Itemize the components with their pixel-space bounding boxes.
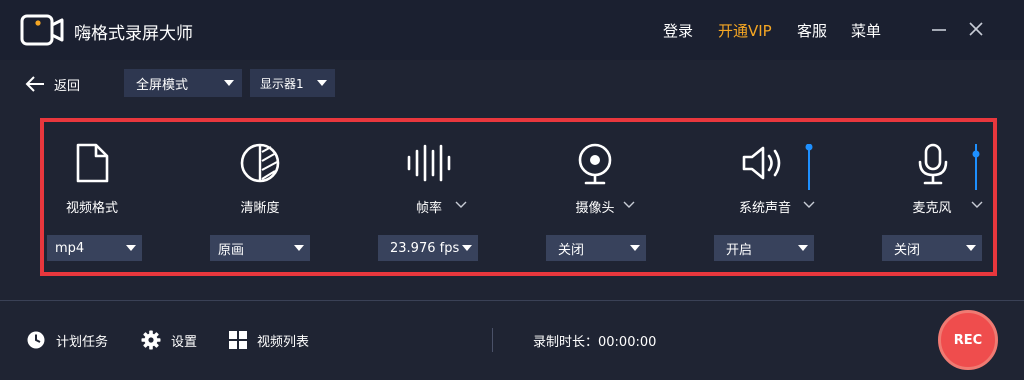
settings-button[interactable]: 设置 [141,328,197,352]
microphone-volume-slider[interactable] [972,144,980,190]
microphone-label: 麦克风 [912,201,952,216]
mode-select-value: 全屏模式 [136,77,189,93]
framerate-value: 23.976 fps [390,240,460,256]
webcam-icon [578,143,612,185]
clock-icon [27,331,45,349]
title-bar: 嗨格式录屏大师 登录 开通VIP 客服 菜单 [0,0,1024,60]
microphone-icon [918,143,948,185]
clarity-value: 原画 [218,242,245,258]
login-link[interactable]: 登录 [663,20,693,41]
video-format-value: mp4 [55,240,85,256]
recording-duration: 录制时长：00:00:00 [533,335,657,350]
webcam-label: 摄像头 [575,201,615,216]
webcam-value: 关闭 [558,242,585,258]
chevron-down-icon[interactable] [455,201,467,209]
framerate-icon [407,144,451,182]
speaker-icon [742,146,781,180]
schedule-task-button[interactable]: 计划任务 [26,328,108,352]
caret-down-icon [462,245,472,251]
video-camera-logo-icon [20,14,64,46]
chevron-down-icon[interactable] [623,201,635,209]
vertical-divider [492,328,493,352]
microphone-value: 关闭 [894,242,921,258]
vip-link[interactable]: 开通VIP [718,20,772,41]
microphone-select[interactable]: 关闭 [882,235,982,261]
system-sound-select[interactable]: 开启 [714,235,814,261]
clarity-select[interactable]: 原画 [210,235,310,261]
grid-icon [229,331,247,349]
framerate-label: 帧率 [415,201,442,216]
clarity-label: 清晰度 [240,201,280,216]
caret-down-icon [126,245,136,251]
system-sound-label: 系统声音 [738,201,791,216]
file-icon [76,143,109,183]
caret-down-icon [294,245,304,251]
caret-down-icon [798,245,808,251]
microphone-volume-track [972,144,980,190]
webcam-select[interactable]: 关闭 [546,235,646,261]
support-link[interactable]: 客服 [797,20,827,41]
horizontal-divider [0,300,1024,301]
back-button[interactable]: 返回 [24,70,80,98]
schedule-task-label: 计划任务 [56,334,109,350]
mode-select[interactable]: 全屏模式 [124,69,242,97]
close-icon[interactable] [963,16,989,42]
arrow-left-icon [25,76,44,92]
chevron-down-icon[interactable] [971,201,983,209]
video-format-select[interactable]: mp4 [47,235,142,261]
display-select[interactable]: 显示器1 [250,69,335,97]
video-list-label: 视频列表 [257,334,310,350]
record-button-label: REC [953,332,983,348]
display-select-value: 显示器1 [260,76,304,91]
caret-down-icon [224,80,234,86]
gear-icon [141,330,161,350]
chevron-down-icon[interactable] [803,201,815,209]
settings-label: 设置 [171,334,198,350]
video-list-button[interactable]: 视频列表 [229,328,309,352]
system-sound-value: 开启 [726,242,753,258]
caret-down-icon [630,245,640,251]
system-volume-slider[interactable] [805,144,813,190]
recording-settings-panel [40,118,997,276]
caret-down-icon [966,245,976,251]
system-volume-track [805,144,813,190]
minimize-icon[interactable] [926,16,952,42]
menu-link[interactable]: 菜单 [851,20,881,41]
app-title: 嗨格式录屏大师 [74,24,193,44]
framerate-select[interactable]: 23.976 fps [378,235,478,261]
video-format-label: 视频格式 [65,201,118,216]
clarity-icon [240,143,280,183]
record-button[interactable]: REC [938,310,998,370]
caret-down-icon [317,80,327,86]
back-label: 返回 [54,78,81,94]
